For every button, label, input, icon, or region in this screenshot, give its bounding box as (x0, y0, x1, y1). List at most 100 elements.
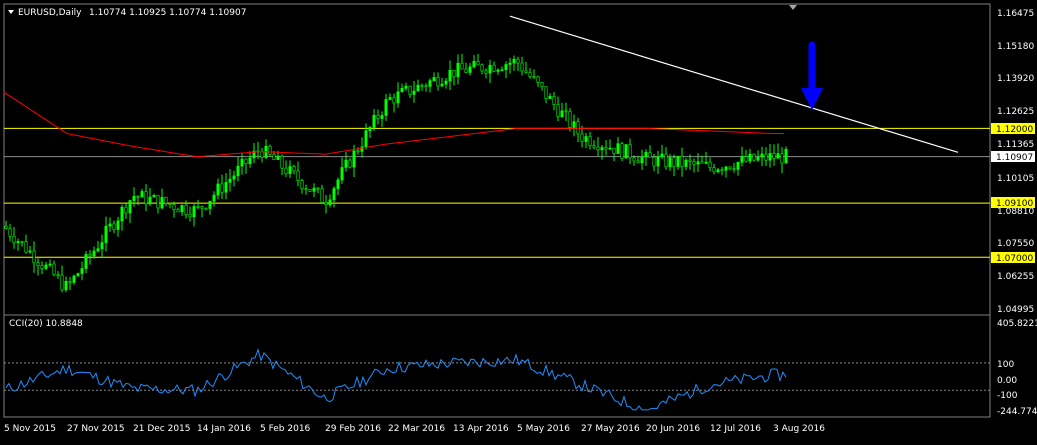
candle-body (620, 143, 624, 159)
level-tag: 1.12000 (996, 125, 1033, 135)
candle-body (772, 153, 776, 159)
candle-body (664, 153, 668, 168)
candle-body (548, 96, 552, 99)
candle-body (652, 156, 656, 167)
candle-body (204, 207, 208, 210)
candle-body (564, 110, 568, 113)
candle-body (64, 281, 68, 291)
candle-body (300, 180, 304, 190)
candle-body (768, 153, 772, 161)
symbol-label: EURUSD,Daily (18, 8, 82, 18)
cci-panel[interactable] (3, 314, 991, 418)
candle-body (516, 58, 520, 64)
candle-body (20, 241, 24, 243)
candle-body (116, 220, 120, 230)
candle-body (216, 183, 220, 196)
time-tick: 12 Jul 2016 (710, 424, 761, 434)
candle-body (236, 165, 240, 177)
candle-body (632, 157, 636, 162)
candle-body (40, 265, 44, 269)
ohlc-label: 1.10774 1.10925 1.10774 1.10907 (89, 8, 246, 18)
candle-body (524, 70, 528, 73)
candle-body (144, 191, 148, 205)
candle-body (428, 80, 432, 87)
candle-body (68, 281, 72, 283)
candle-body (288, 166, 292, 175)
price-tick: 1.04995 (997, 305, 1034, 315)
price-tick: 1.12625 (997, 107, 1034, 117)
candle-body (404, 85, 408, 89)
candle-body (352, 150, 356, 168)
candle-body (260, 151, 264, 158)
candle-body (356, 150, 360, 153)
candle-body (320, 188, 324, 203)
candle-body (444, 80, 448, 85)
candle-body (248, 157, 252, 164)
candle-body (436, 77, 440, 87)
candle-body (716, 169, 720, 173)
candle-body (332, 188, 336, 201)
candle-body (532, 76, 536, 78)
candle-body (388, 97, 392, 100)
candle-body (764, 153, 768, 161)
cci-tick: -100 (997, 391, 1018, 401)
candle-body (344, 159, 348, 168)
candle-body (708, 161, 712, 168)
candle-body (196, 206, 200, 208)
chart-canvas[interactable]: EURUSD,Daily 1.10774 1.10925 1.10774 1.1… (0, 0, 1037, 441)
candle-body (636, 160, 640, 164)
candle-body (684, 159, 688, 167)
cci-tick: 100 (997, 360, 1014, 370)
candle-body (540, 82, 544, 87)
candle-body (464, 68, 468, 73)
candle-body (60, 274, 64, 291)
current-price-tag: 1.10907 (996, 153, 1033, 163)
candle-body (292, 166, 296, 172)
candle-body (32, 250, 36, 264)
candle-body (648, 152, 652, 158)
candle-body (480, 64, 484, 72)
candle-body (364, 130, 368, 148)
candle-body (692, 161, 696, 165)
time-tick: 21 Dec 2015 (133, 424, 191, 434)
candle-body (96, 248, 100, 252)
candle-body (272, 153, 276, 160)
main-price-panel[interactable] (3, 3, 991, 316)
candle-body (380, 115, 384, 119)
candle-body (44, 264, 48, 269)
candle-body (452, 70, 456, 77)
candle-body (728, 166, 732, 170)
candle-body (184, 205, 188, 215)
candle-body (132, 196, 136, 201)
time-tick: 5 Feb 2016 (260, 424, 311, 434)
candle-body (376, 114, 380, 119)
candle-body (760, 153, 764, 158)
candle-body (504, 64, 508, 71)
candle-body (744, 156, 748, 162)
candle-body (512, 58, 516, 64)
candle-body (628, 144, 632, 159)
cci-scale: 405.8221 100 0.00 -100 -244.7742 (997, 319, 1037, 417)
candle-body (584, 136, 588, 142)
candle-body (108, 223, 112, 227)
candle-body (168, 203, 172, 205)
time-axis: 5 Nov 2015 27 Nov 2015 21 Dec 2015 14 Ja… (4, 424, 825, 434)
price-tick: 1.11365 (997, 140, 1034, 150)
candle-body (328, 199, 332, 206)
candle-body (660, 153, 664, 158)
candle-body (140, 191, 144, 198)
price-tick: 1.07550 (997, 239, 1034, 249)
candle-body (680, 155, 684, 167)
candle-body (200, 206, 204, 209)
candle-body (340, 167, 344, 181)
candle-body (740, 156, 744, 163)
time-tick: 29 Feb 2016 (325, 424, 381, 434)
level-tag: 1.09100 (996, 199, 1033, 209)
candle-body (552, 96, 556, 105)
candle-body (604, 147, 608, 150)
candle-body (528, 72, 532, 77)
candle-body (100, 242, 104, 250)
candle-body (4, 226, 8, 229)
candle-body (460, 62, 464, 70)
candle-body (56, 274, 60, 277)
